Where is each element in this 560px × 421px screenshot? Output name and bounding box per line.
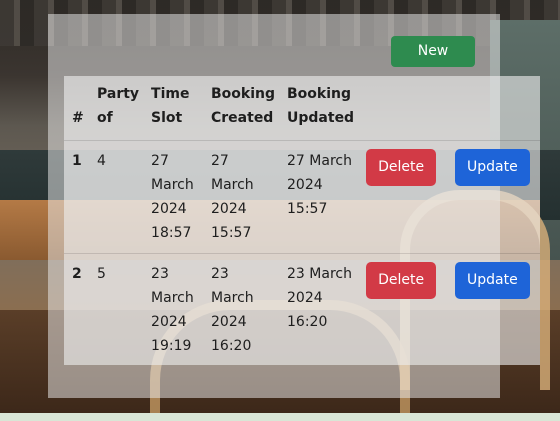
- delete-cell: Delete: [358, 140, 448, 254]
- delete-button[interactable]: Delete: [366, 262, 437, 299]
- column-header-created: Booking Created: [203, 76, 280, 141]
- booking-created: 27 March 2024 15:57: [203, 140, 280, 254]
- booking-updated: 23 March 2024 16:20: [287, 266, 352, 330]
- bookings-table: # Party of Time Slot Booking Created Boo…: [64, 76, 540, 366]
- column-header-time-slot: Time Slot: [143, 76, 203, 141]
- row-index: 2: [72, 266, 82, 282]
- update-button[interactable]: Update: [455, 262, 530, 299]
- time-slot: 27 March 2024 18:57: [143, 140, 203, 254]
- row-index: 1: [64, 140, 89, 254]
- party-size: 4: [88, 140, 144, 254]
- table-row: 1 4 27 March 2024 18:57 27 March 2024 15…: [64, 140, 540, 254]
- column-header-update: [447, 76, 540, 141]
- page-bottom-strip: [0, 413, 560, 421]
- party-size: 5: [96, 266, 106, 282]
- table-row: 2 5 23 March 2024 19:19 23 March 2024 16…: [64, 254, 540, 367]
- table-header-row: # Party of Time Slot Booking Created Boo…: [64, 76, 540, 141]
- column-header-index: #: [64, 76, 89, 141]
- bookings-table-container: # Party of Time Slot Booking Created Boo…: [64, 76, 540, 365]
- column-header-updated: Booking Updated: [279, 76, 359, 141]
- new-booking-button[interactable]: New Booking: [391, 36, 475, 67]
- booking-updated: 27 March 2024 15:57: [279, 140, 359, 254]
- column-header-party: Party of: [88, 76, 144, 141]
- delete-cell: Delete: [358, 254, 447, 367]
- update-button[interactable]: Update: [455, 149, 530, 186]
- column-header-delete: [358, 76, 448, 141]
- time-slot: 23 March 2024 19:19: [151, 266, 194, 354]
- delete-button[interactable]: Delete: [366, 149, 437, 186]
- update-cell: Update: [447, 140, 540, 254]
- update-cell: Update: [447, 254, 540, 367]
- booking-created: 23 March 2024 16:20: [211, 266, 254, 354]
